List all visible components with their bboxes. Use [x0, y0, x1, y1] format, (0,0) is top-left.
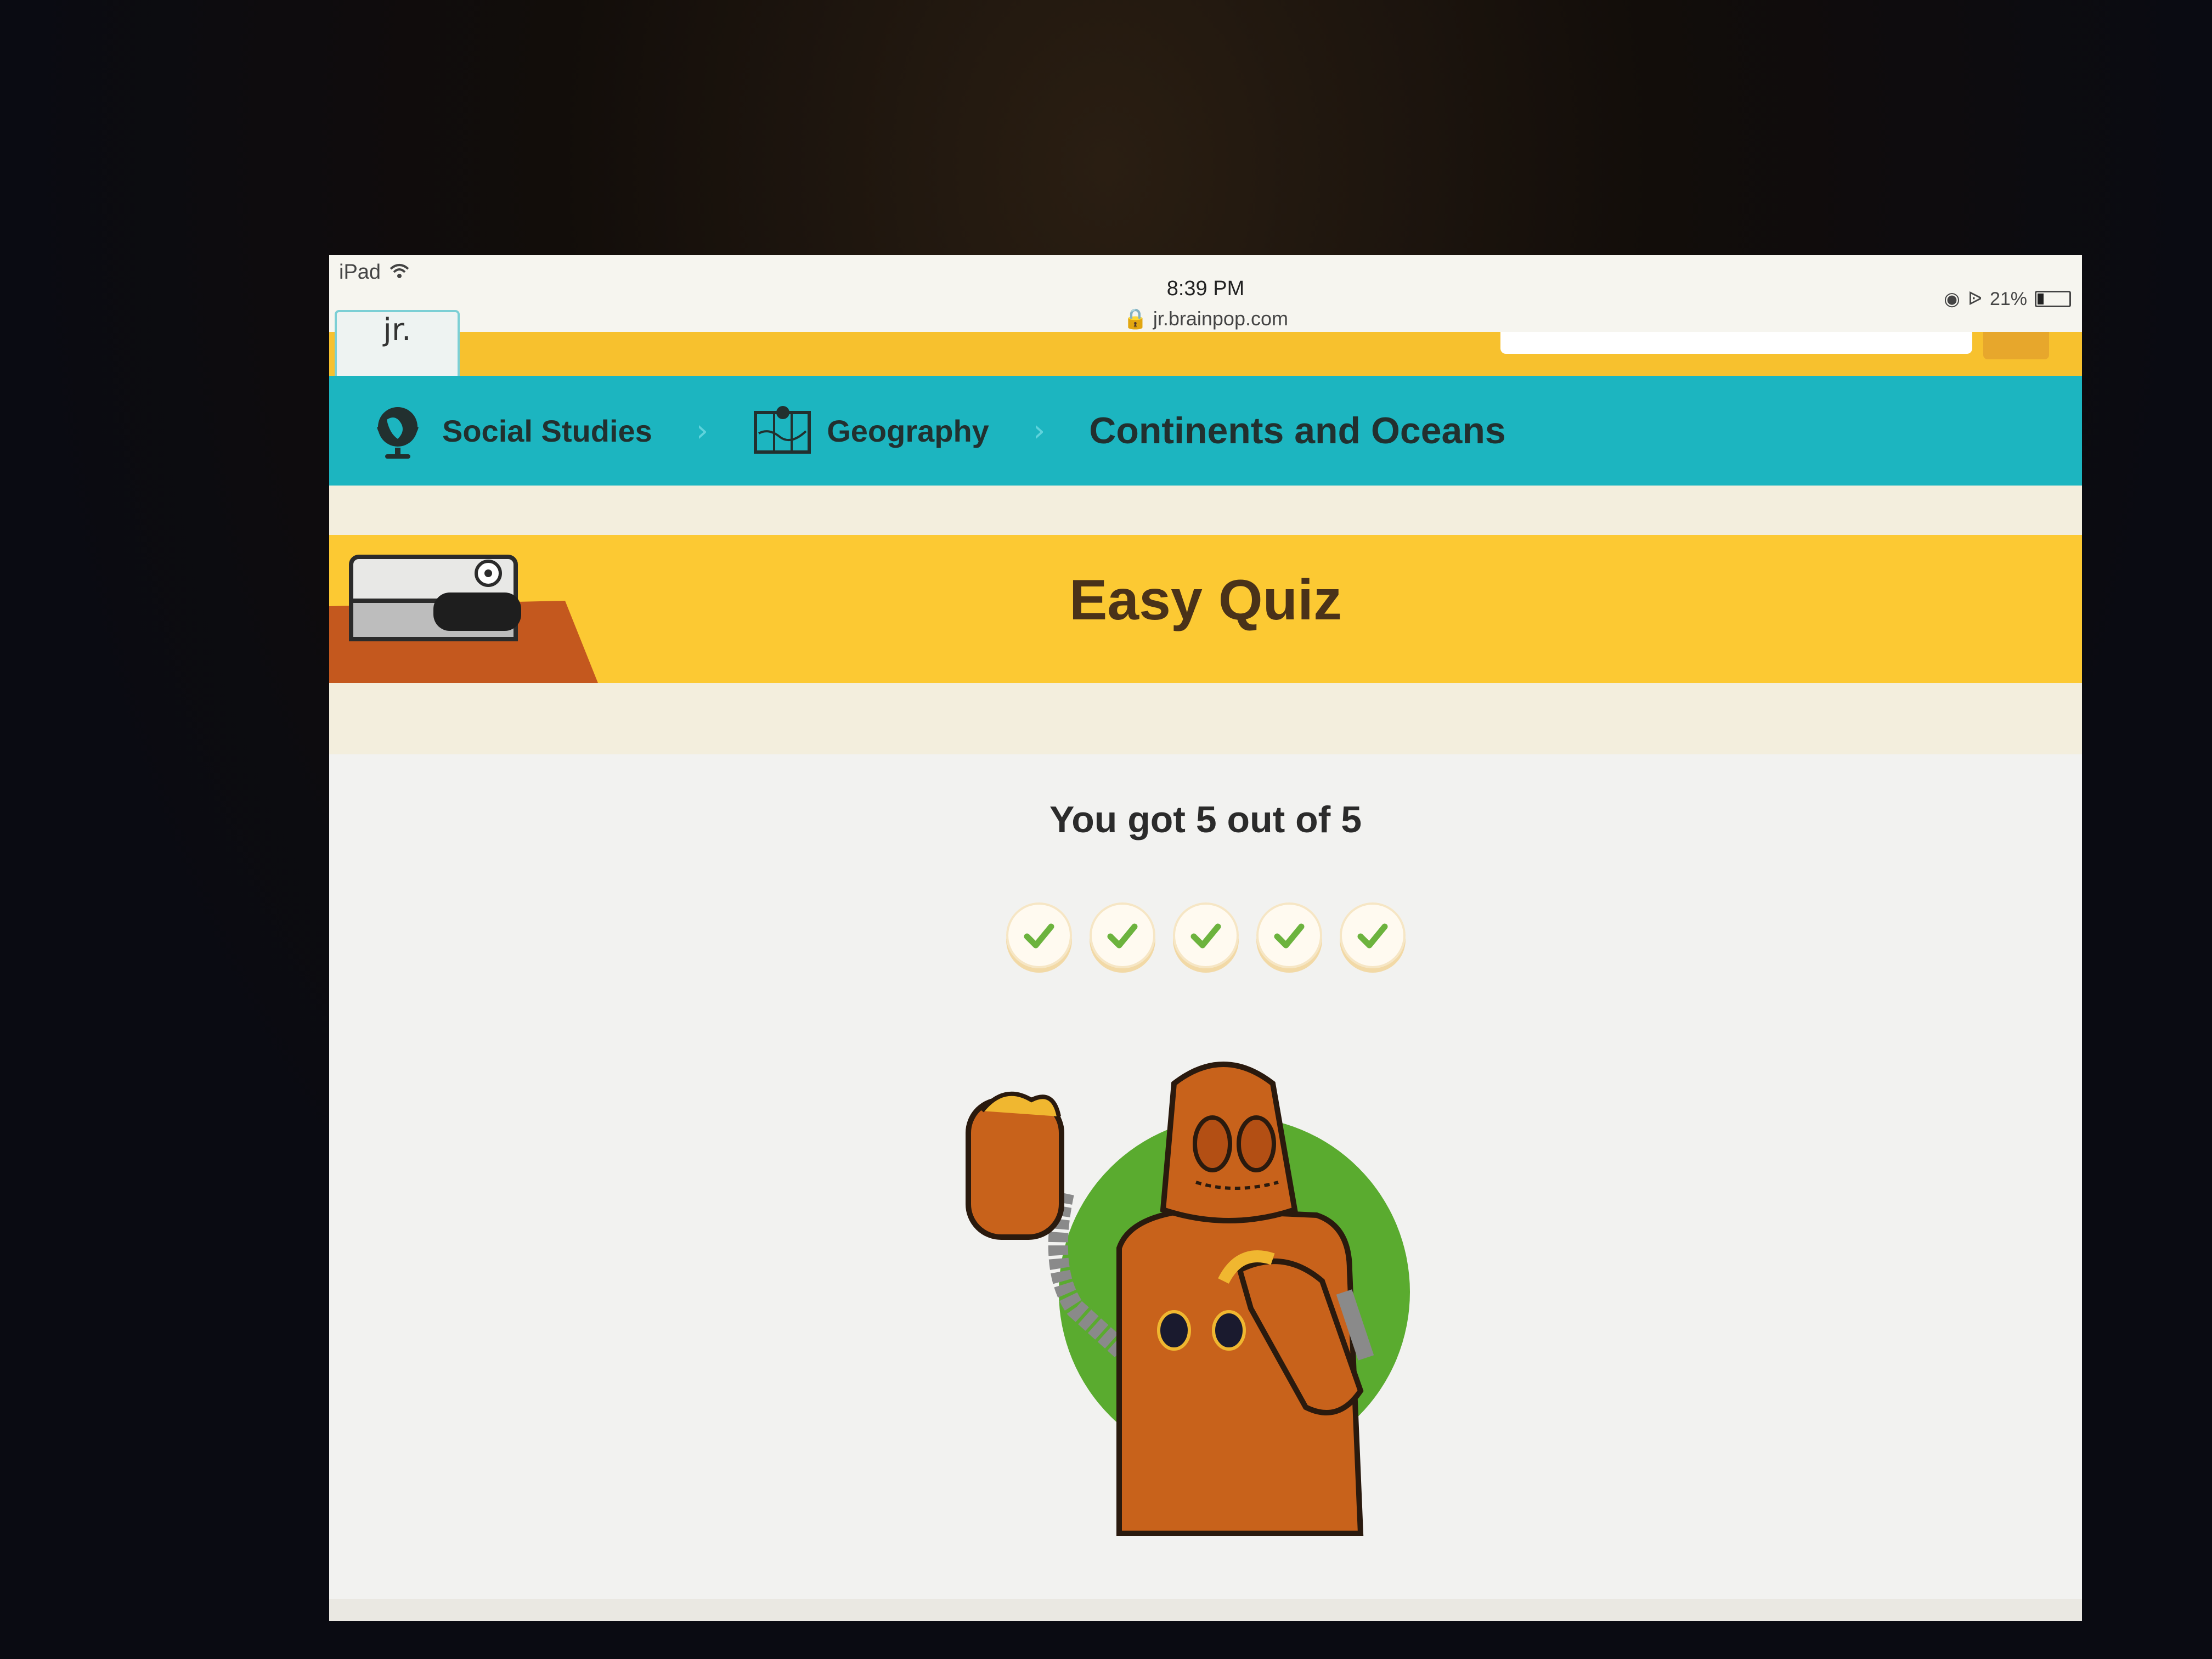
- battery-icon: [2035, 291, 2071, 307]
- battery-percent: 21%: [1989, 288, 2027, 309]
- checkmark-icon: [1190, 923, 1221, 949]
- checkmark-icon: [1357, 923, 1387, 949]
- moby-robot-illustration: [966, 1062, 1410, 1536]
- answer-checks: [329, 902, 2082, 968]
- score-text: You got 5 out of 5: [1049, 799, 1362, 840]
- breadcrumb-item-social-studies[interactable]: Social Studies: [368, 400, 652, 461]
- quiz-title: Easy Quiz: [1069, 568, 1342, 632]
- breadcrumb-label: Continents and Oceans: [1089, 410, 1506, 452]
- header-button[interactable]: [1983, 332, 2049, 359]
- chevron-right-icon: ›: [696, 413, 709, 449]
- site-header: jr.: [329, 310, 2082, 380]
- answer-check: [1339, 902, 1406, 968]
- url-text: jr.brainpop.com: [1153, 307, 1288, 330]
- breadcrumb: Social Studies › Geography › Continents …: [329, 376, 2082, 486]
- breadcrumb-item-current: Continents and Oceans: [1089, 409, 1505, 452]
- answer-check: [1172, 902, 1239, 968]
- quiz-banner: Easy Quiz: [329, 535, 2082, 683]
- globe-icon: [377, 407, 419, 459]
- answer-check: [1089, 902, 1155, 968]
- map-icon: [754, 406, 811, 454]
- status-right: ◉ ᐉ 21%: [1944, 288, 2071, 310]
- url-bar[interactable]: 🔒 jr.brainpop.com: [329, 307, 2082, 330]
- checkmark-icon: [1274, 923, 1304, 949]
- bluetooth-icon: ᐉ: [1967, 289, 1982, 309]
- battery-fill: [2038, 294, 2044, 304]
- lock-icon: 🔒: [1123, 307, 1148, 330]
- answer-check: [1256, 902, 1322, 968]
- status-bar: iPad 8:39 PM 🔒 jr.brainpop.com ◉ ᐉ 21%: [329, 255, 2082, 332]
- answer-check: [1006, 902, 1072, 968]
- chevron-right-icon: ›: [1032, 413, 1046, 449]
- search-input[interactable]: [1500, 332, 1972, 354]
- logo-text: jr.: [383, 312, 411, 348]
- breadcrumb-item-geography[interactable]: Geography: [752, 400, 989, 461]
- status-time: 8:39 PM: [1166, 277, 1245, 300]
- quiz-result: You got 5 out of 5: [329, 754, 2082, 1621]
- orientation-lock-icon: ◉: [1944, 289, 1960, 309]
- checkmark-icon: [1107, 923, 1137, 949]
- brainpop-jr-logo[interactable]: jr.: [335, 310, 460, 380]
- ipad-screen: iPad 8:39 PM 🔒 jr.brainpop.com ◉ ᐉ 21% j…: [329, 255, 2082, 1621]
- checkmark-icon: [1024, 923, 1054, 949]
- footer-strip: [329, 1599, 2082, 1621]
- breadcrumb-label: Social Studies: [442, 413, 652, 448]
- breadcrumb-label: Geography: [827, 413, 989, 448]
